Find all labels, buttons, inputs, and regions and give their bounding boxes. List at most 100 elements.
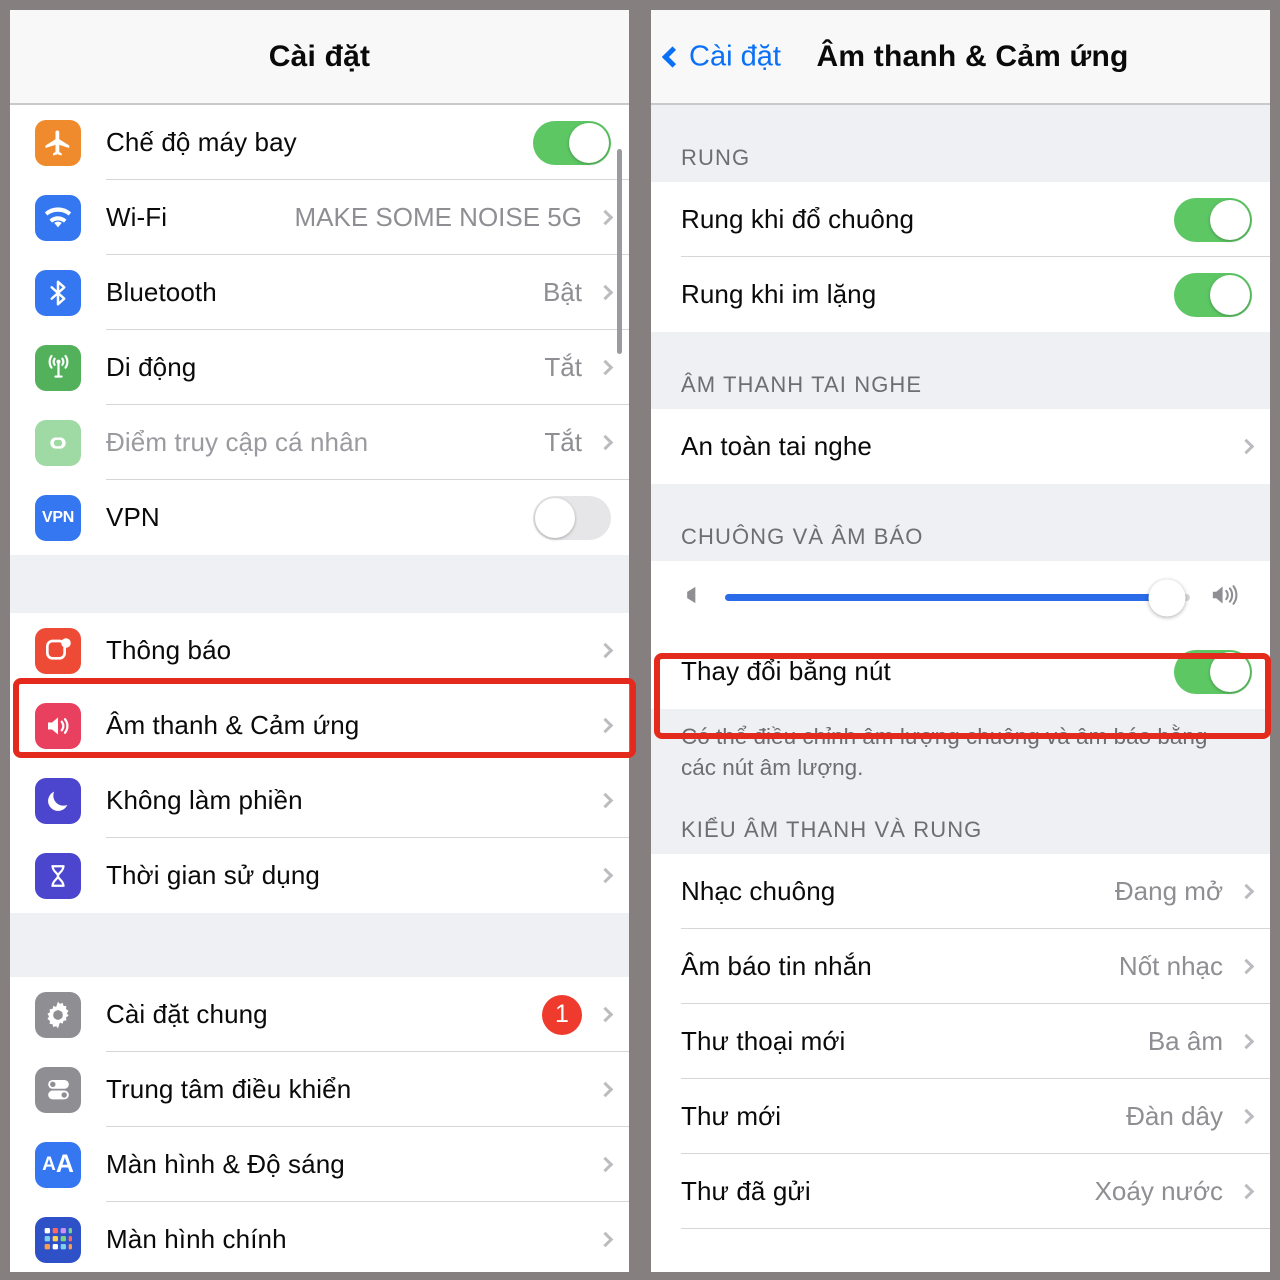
row-label: An toàn tai nghe — [681, 431, 872, 461]
row-value: Đàn dây — [1126, 1101, 1223, 1132]
group-gap — [10, 555, 629, 613]
vpn-icon-wrap: VPN — [10, 494, 106, 541]
toggle-knob — [569, 122, 609, 163]
sidebar-item-screen-time[interactable]: Thời gian sử dụng — [10, 838, 629, 913]
sidebar-item-vpn[interactable]: VPN VPN — [10, 480, 629, 555]
row-text-tone[interactable]: Âm báo tin nhắn Nốt nhạc — [651, 929, 1270, 1005]
ringer-volume-row[interactable] — [651, 561, 1270, 634]
sidebar-item-label: Âm thanh & Cảm ứng — [106, 710, 360, 740]
group-gap — [10, 913, 629, 977]
control-center-icon — [35, 1066, 81, 1113]
row-label: Thư thoại mới — [681, 1026, 846, 1057]
row-headphone-safety[interactable]: An toàn tai nghe — [651, 409, 1270, 484]
bluetooth-icon — [35, 269, 81, 316]
cellular-icon — [35, 344, 81, 391]
airplane-mode-toggle[interactable] — [533, 120, 611, 165]
sidebar-item-wifi[interactable]: Wi-Fi MAKE SOME NOISE 5G — [10, 180, 629, 255]
slider-knob[interactable] — [1148, 579, 1186, 616]
chevron-right-icon — [1238, 883, 1255, 900]
sidebar-item-label: Bluetooth — [106, 277, 217, 307]
back-button[interactable]: Cài đặt — [657, 34, 789, 79]
chevron-right-icon — [1238, 958, 1255, 975]
row-change-with-buttons[interactable]: Thay đổi bằng nút — [651, 634, 1270, 709]
row-partially-visible[interactable] — [651, 1229, 1270, 1270]
hotspot-icon-wrap — [10, 419, 106, 466]
vibrate-on-ring-toggle[interactable] — [1174, 197, 1252, 242]
sounds-list-scroller[interactable]: RUNG Rung khi đổ chuông Rung khi im lặng… — [651, 105, 1270, 1270]
chevron-right-icon — [597, 1231, 614, 1248]
section-header-sounds-patterns: KIỂU ÂM THANH VÀ RUNG — [651, 787, 1270, 855]
sidebar-item-value: Tắt — [544, 427, 582, 457]
row-label: Nhạc chuông — [681, 876, 836, 907]
sidebar-item-label: Chế độ máy bay — [106, 127, 297, 157]
hourglass-icon-wrap — [10, 852, 106, 899]
sidebar-item-value: Tắt — [544, 352, 582, 382]
airplane-icon-wrap — [10, 119, 106, 166]
change-with-buttons-toggle[interactable] — [1174, 649, 1252, 694]
chevron-right-icon — [597, 359, 614, 376]
row-vibrate-on-silent[interactable]: Rung khi im lặng — [651, 257, 1270, 332]
sidebar-item-sounds-haptics[interactable]: Âm thanh & Cảm ứng — [10, 688, 629, 763]
wifi-icon-wrap — [10, 194, 106, 241]
settings-panel: Cài đặt Chế độ máy bay Wi-Fi MAKE SOME N… — [10, 10, 629, 1272]
chevron-right-icon — [597, 867, 614, 884]
row-label: Thay đổi bằng nút — [681, 656, 891, 686]
vertical-scrollbar[interactable] — [617, 149, 622, 354]
vibrate-on-silent-toggle[interactable] — [1174, 272, 1252, 317]
sound-patterns-group: Nhạc chuông Đang mở Âm báo tin nhắn Nốt … — [651, 854, 1270, 1270]
chevron-right-icon — [597, 284, 614, 301]
sidebar-item-control-center[interactable]: Trung tâm điều khiển — [10, 1052, 629, 1127]
row-label: Thư mới — [681, 1101, 782, 1132]
chevron-right-icon — [597, 642, 614, 659]
row-new-voicemail[interactable]: Thư thoại mới Ba âm — [651, 1004, 1270, 1080]
speaker-low-icon — [679, 581, 707, 614]
screenshot-stage: Cài đặt Chế độ máy bay Wi-Fi MAKE SOME N… — [0, 0, 1280, 1280]
sidebar-item-cellular[interactable]: Di động Tắt — [10, 330, 629, 405]
page-title: Cài đặt — [268, 39, 371, 73]
settings-list-scroller[interactable]: Chế độ máy bay Wi-Fi MAKE SOME NOISE 5G — [10, 105, 629, 1270]
row-value: Xoáy nước — [1094, 1176, 1223, 1207]
headphone-audio-group: An toàn tai nghe — [651, 409, 1270, 484]
row-ringtone[interactable]: Nhạc chuông Đang mở — [651, 854, 1270, 930]
vpn-toggle[interactable] — [533, 495, 611, 540]
chevron-right-icon — [597, 1156, 614, 1173]
chevron-right-icon — [597, 434, 614, 451]
chevron-right-icon — [1238, 1033, 1255, 1050]
display-brightness-icon-wrap: AA — [10, 1141, 106, 1188]
home-screen-icon-wrap — [10, 1216, 106, 1263]
row-vibrate-on-ring[interactable]: Rung khi đổ chuông — [651, 182, 1270, 257]
sidebar-item-label: Di động — [106, 352, 197, 382]
row-label: Rung khi đổ chuông — [681, 204, 915, 234]
toggle-knob — [1210, 651, 1250, 692]
sidebar-item-value: MAKE SOME NOISE 5G — [294, 202, 582, 232]
chevron-right-icon — [597, 209, 614, 226]
chevron-right-icon — [1238, 438, 1255, 455]
section-header-headphone-audio: ÂM THANH TAI NGHE — [651, 332, 1270, 409]
cellular-icon-wrap — [10, 344, 106, 391]
ringer-footnote: Có thể điều chỉnh âm lượng chuông và âm … — [651, 709, 1270, 788]
row-label: Rung khi im lặng — [681, 279, 877, 309]
row-sent-mail[interactable]: Thư đã gửi Xoáy nước — [651, 1154, 1270, 1230]
sidebar-item-label: Điểm truy cập cá nhân — [106, 427, 369, 457]
connectivity-group: Chế độ máy bay Wi-Fi MAKE SOME NOISE 5G — [10, 105, 629, 555]
sidebar-item-label: Cài đặt chung — [106, 999, 268, 1029]
sidebar-item-bluetooth[interactable]: Bluetooth Bật — [10, 255, 629, 330]
ringer-volume-slider[interactable] — [725, 579, 1190, 616]
sidebar-item-notifications[interactable]: Thông báo — [10, 613, 629, 688]
wifi-icon — [35, 194, 81, 241]
sidebar-item-airplane-mode[interactable]: Chế độ máy bay — [10, 105, 629, 180]
section-header-ringer-alerts: CHUÔNG VÀ ÂM BÁO — [651, 484, 1270, 561]
page-title: Âm thanh & Cảm ứng — [816, 39, 1129, 73]
notifications-group: Thông báo Âm thanh & Cảm ứng Không làm p… — [10, 613, 629, 913]
chevron-right-icon — [1238, 1108, 1255, 1125]
sidebar-item-do-not-disturb[interactable]: Không làm phiền — [10, 763, 629, 838]
row-new-mail[interactable]: Thư mới Đàn dây — [651, 1079, 1270, 1155]
row-label: Âm báo tin nhắn — [681, 951, 872, 982]
hourglass-icon — [35, 852, 81, 899]
sidebar-item-display-brightness[interactable]: AA Màn hình & Độ sáng — [10, 1127, 629, 1202]
sidebar-item-general[interactable]: Cài đặt chung 1 — [10, 977, 629, 1052]
sidebar-item-home-screen[interactable]: Màn hình chính — [10, 1202, 629, 1270]
sidebar-item-label: Màn hình chính — [106, 1224, 287, 1254]
toggle-knob — [1210, 274, 1250, 315]
sidebar-item-personal-hotspot[interactable]: Điểm truy cập cá nhân Tắt — [10, 405, 629, 480]
